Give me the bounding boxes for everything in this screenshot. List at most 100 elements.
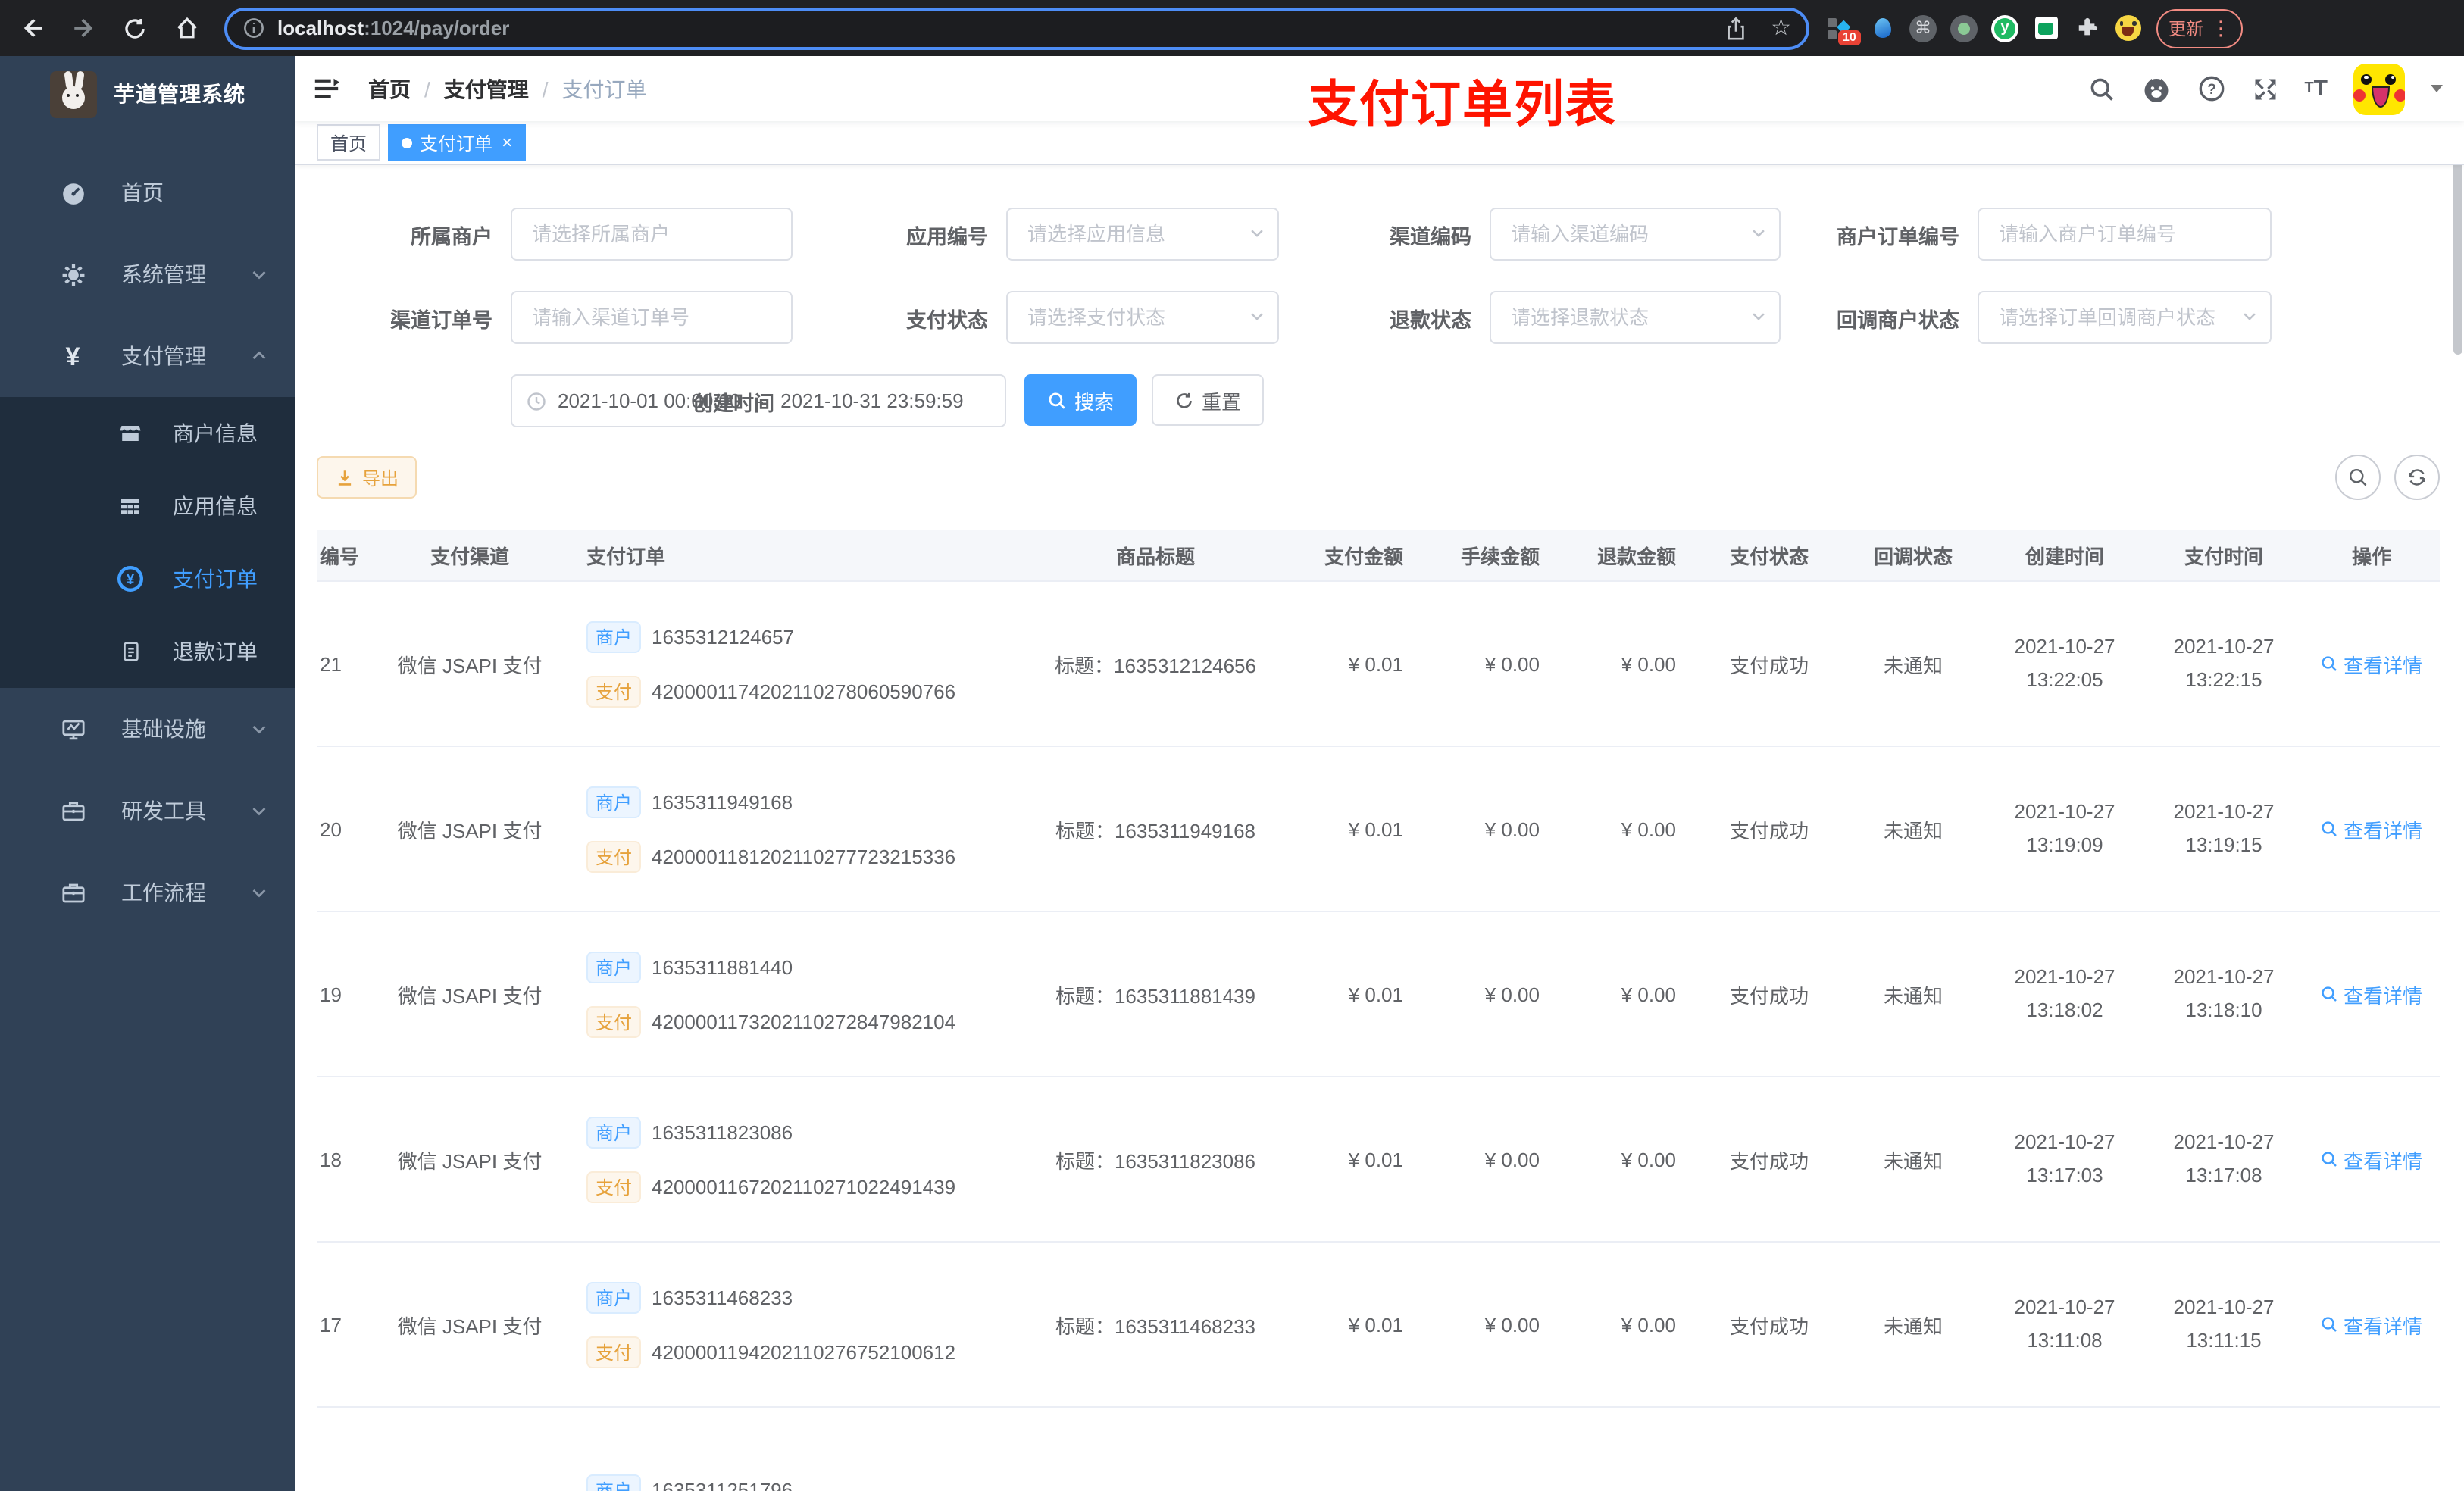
sidebar-item-merchant-info[interactable]: 商户信息 xyxy=(0,397,295,470)
reset-button[interactable]: 重置 xyxy=(1152,374,1265,426)
chevron-down-icon xyxy=(250,802,268,820)
field-label: 支付状态 xyxy=(906,308,988,331)
merchant-order-no-input[interactable] xyxy=(1978,208,2272,261)
sidebar-item-infrastructure[interactable]: 基础设施 xyxy=(0,688,295,770)
field-label: 应用编号 xyxy=(906,225,988,248)
merchant-order-no: 1635312124657 xyxy=(652,625,795,648)
home-icon[interactable] xyxy=(167,8,206,48)
cell-title: 标题：1635311468233 xyxy=(1055,1314,1256,1337)
sidebar-item-label: 基础设施 xyxy=(121,717,206,741)
active-dot xyxy=(402,137,413,148)
sidebar-item-payment[interactable]: ¥ 支付管理 xyxy=(0,315,295,397)
fullscreen-icon[interactable] xyxy=(2251,75,2278,102)
app-id-select[interactable] xyxy=(1006,208,1279,261)
search-icon[interactable] xyxy=(2087,75,2115,102)
extension-diamond-icon[interactable]: ◆ 10 xyxy=(1828,14,1861,45)
merchant-input[interactable] xyxy=(511,208,793,261)
cell-status: 支付成功 xyxy=(1729,654,1809,677)
cell-refund: ¥ 0.00 xyxy=(1621,983,1676,1005)
view-detail-link[interactable]: 查看详情 xyxy=(2321,1145,2422,1174)
page-scrollbar[interactable] xyxy=(2453,139,2462,355)
avatar-caret-icon[interactable] xyxy=(2431,85,2443,98)
view-detail-link[interactable]: 查看详情 xyxy=(2321,1310,2422,1339)
extension-chat-icon[interactable] xyxy=(2032,14,2059,42)
tag-label: 支付订单 xyxy=(420,133,493,154)
github-icon[interactable] xyxy=(2140,73,2171,104)
view-detail-label: 查看详情 xyxy=(2343,984,2422,1007)
bookmark-star-icon[interactable]: ☆ xyxy=(1771,17,1791,39)
share-icon[interactable] xyxy=(1724,16,1746,40)
field-label: 商户订单编号 xyxy=(1837,225,1959,248)
back-icon[interactable] xyxy=(12,8,52,48)
view-detail-link[interactable]: 查看详情 xyxy=(2321,814,2422,843)
merchant-tag: 商户 xyxy=(586,620,642,652)
sidebar-item-pay-order[interactable]: ¥ 支付订单 xyxy=(0,542,295,615)
tag-pay-order[interactable]: 支付订单 × xyxy=(388,124,527,161)
extension-command-icon[interactable]: ⌘ xyxy=(1909,14,1937,42)
table-row: 18 微信 JSAPI 支付 商户 1635311823086 支付 4200001… xyxy=(317,1077,2440,1242)
col-created: 创建时间 xyxy=(2025,545,2104,568)
col-notify: 回调状态 xyxy=(1873,545,1953,568)
merchant-tag: 商户 xyxy=(586,786,642,817)
sidebar-item-app-info[interactable]: 应用信息 xyxy=(0,470,295,542)
date-range-picker[interactable]: 2021-10-01 00:00:00 - 2021-10-31 23:59:5… xyxy=(511,374,1006,427)
sidebar-item-refund-order[interactable]: 退款订单 xyxy=(0,615,295,688)
url-host: localhost xyxy=(277,17,364,39)
cell-id: 17 xyxy=(320,1313,342,1336)
created-time: 13:22:05 xyxy=(2026,668,2103,691)
browser-update-button[interactable]: 更新 ⋮ xyxy=(2156,8,2243,48)
pay-tag: 支付 xyxy=(586,1005,642,1037)
col-title: 商品标题 xyxy=(1115,545,1195,568)
view-detail-label: 查看详情 xyxy=(2343,1314,2422,1337)
view-detail-link[interactable]: 查看详情 xyxy=(2321,649,2422,678)
extension-y-icon[interactable]: y xyxy=(1991,14,2018,42)
breadcrumb-payment[interactable]: 支付管理 xyxy=(444,73,529,104)
breadcrumb-home[interactable]: 首页 xyxy=(368,73,411,104)
cell-id: 21 xyxy=(320,652,342,675)
cell-fee: ¥ 0.00 xyxy=(1484,1313,1540,1336)
toggle-search-icon[interactable] xyxy=(2335,455,2381,500)
view-detail-link[interactable]: 查看详情 xyxy=(2321,980,2422,1008)
refresh-icon[interactable] xyxy=(2394,455,2440,500)
help-icon[interactable]: ? xyxy=(2197,74,2225,103)
sidebar-item-system[interactable]: 系统管理 xyxy=(0,233,295,315)
channel-code-select[interactable] xyxy=(1490,208,1781,261)
created-date: 2021-10-27 xyxy=(2014,1296,2115,1318)
browser-menu-icon[interactable]: ⋮ xyxy=(2211,16,2231,40)
close-icon[interactable]: × xyxy=(502,133,512,152)
extension-emoji-icon[interactable] xyxy=(2114,14,2141,42)
cell-amount: ¥ 0.01 xyxy=(1348,652,1403,675)
col-id: 编号 xyxy=(320,545,360,568)
cell-status: 支付成功 xyxy=(1729,819,1809,842)
filter-merchant-order-no: 商户订单编号 xyxy=(1781,208,2272,261)
pay-status-select[interactable] xyxy=(1006,291,1279,344)
notify-status-select[interactable] xyxy=(1978,291,2272,344)
font-size-icon[interactable]: TT xyxy=(2304,76,2328,102)
reload-icon[interactable] xyxy=(115,8,155,48)
cell-pay-order: 商户 1635311823086 支付 4200001167202110271022… xyxy=(568,1077,1023,1241)
filter-pay-status: 支付状态 xyxy=(793,291,1279,344)
extension-balloon-icon[interactable] xyxy=(1868,14,1896,42)
extension-dot-icon[interactable] xyxy=(1950,14,1978,42)
cell-notify: 未通知 xyxy=(1883,819,1943,842)
view-detail-label: 查看详情 xyxy=(2343,654,2422,677)
forward-icon[interactable] xyxy=(64,8,103,48)
cell-fee: ¥ 0.00 xyxy=(1484,652,1540,675)
app-logo-row[interactable]: 芋道管理系统 xyxy=(0,56,295,132)
search-button[interactable]: 搜索 xyxy=(1024,374,1137,426)
extension-puzzle-icon[interactable] xyxy=(2073,14,2100,42)
sidebar-item-dev-tools[interactable]: 研发工具 xyxy=(0,770,295,852)
sidebar-item-workflow[interactable]: 工作流程 xyxy=(0,852,295,933)
refund-status-select[interactable] xyxy=(1490,291,1781,344)
site-info-icon[interactable] xyxy=(242,17,265,39)
sidebar-item-home[interactable]: 首页 xyxy=(0,152,295,233)
avatar[interactable] xyxy=(2353,63,2405,114)
paid-time: 13:18:10 xyxy=(2185,999,2262,1021)
cell-pay-order: 商户 1635311881440 支付 4200001173202110272847… xyxy=(568,912,1023,1076)
export-button[interactable]: 导出 xyxy=(317,456,417,499)
hamburger-icon[interactable] xyxy=(295,56,356,121)
channel-order-no-input[interactable] xyxy=(511,291,793,344)
url-bar[interactable]: localhost:1024/pay/order ☆ xyxy=(224,7,1809,49)
cell-amount: ¥ 0.01 xyxy=(1348,1313,1403,1336)
tag-home[interactable]: 首页 xyxy=(317,124,381,161)
